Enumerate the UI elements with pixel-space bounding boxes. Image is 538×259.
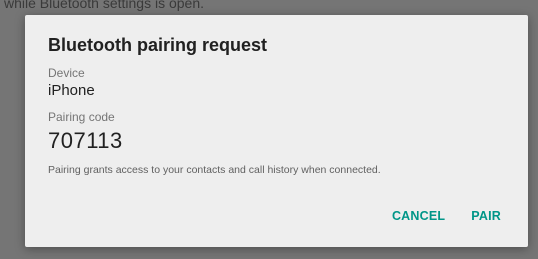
dialog-title: Bluetooth pairing request — [48, 35, 268, 55]
pairing-note: Pairing grants access to your contacts a… — [48, 164, 381, 176]
device-label: Device — [48, 66, 85, 80]
background-text: while Bluetooth settings is open. — [4, 0, 205, 11]
cancel-button[interactable]: CANCEL — [392, 209, 445, 223]
pairing-dialog: Bluetooth pairing request Device iPhone … — [25, 15, 528, 247]
pairing-code-value: 707113 — [48, 128, 123, 153]
pair-button[interactable]: PAIR — [471, 209, 501, 223]
dialog-actions: CANCEL PAIR — [392, 209, 501, 223]
device-value: iPhone — [48, 82, 95, 99]
pairing-code-label: Pairing code — [48, 110, 115, 124]
